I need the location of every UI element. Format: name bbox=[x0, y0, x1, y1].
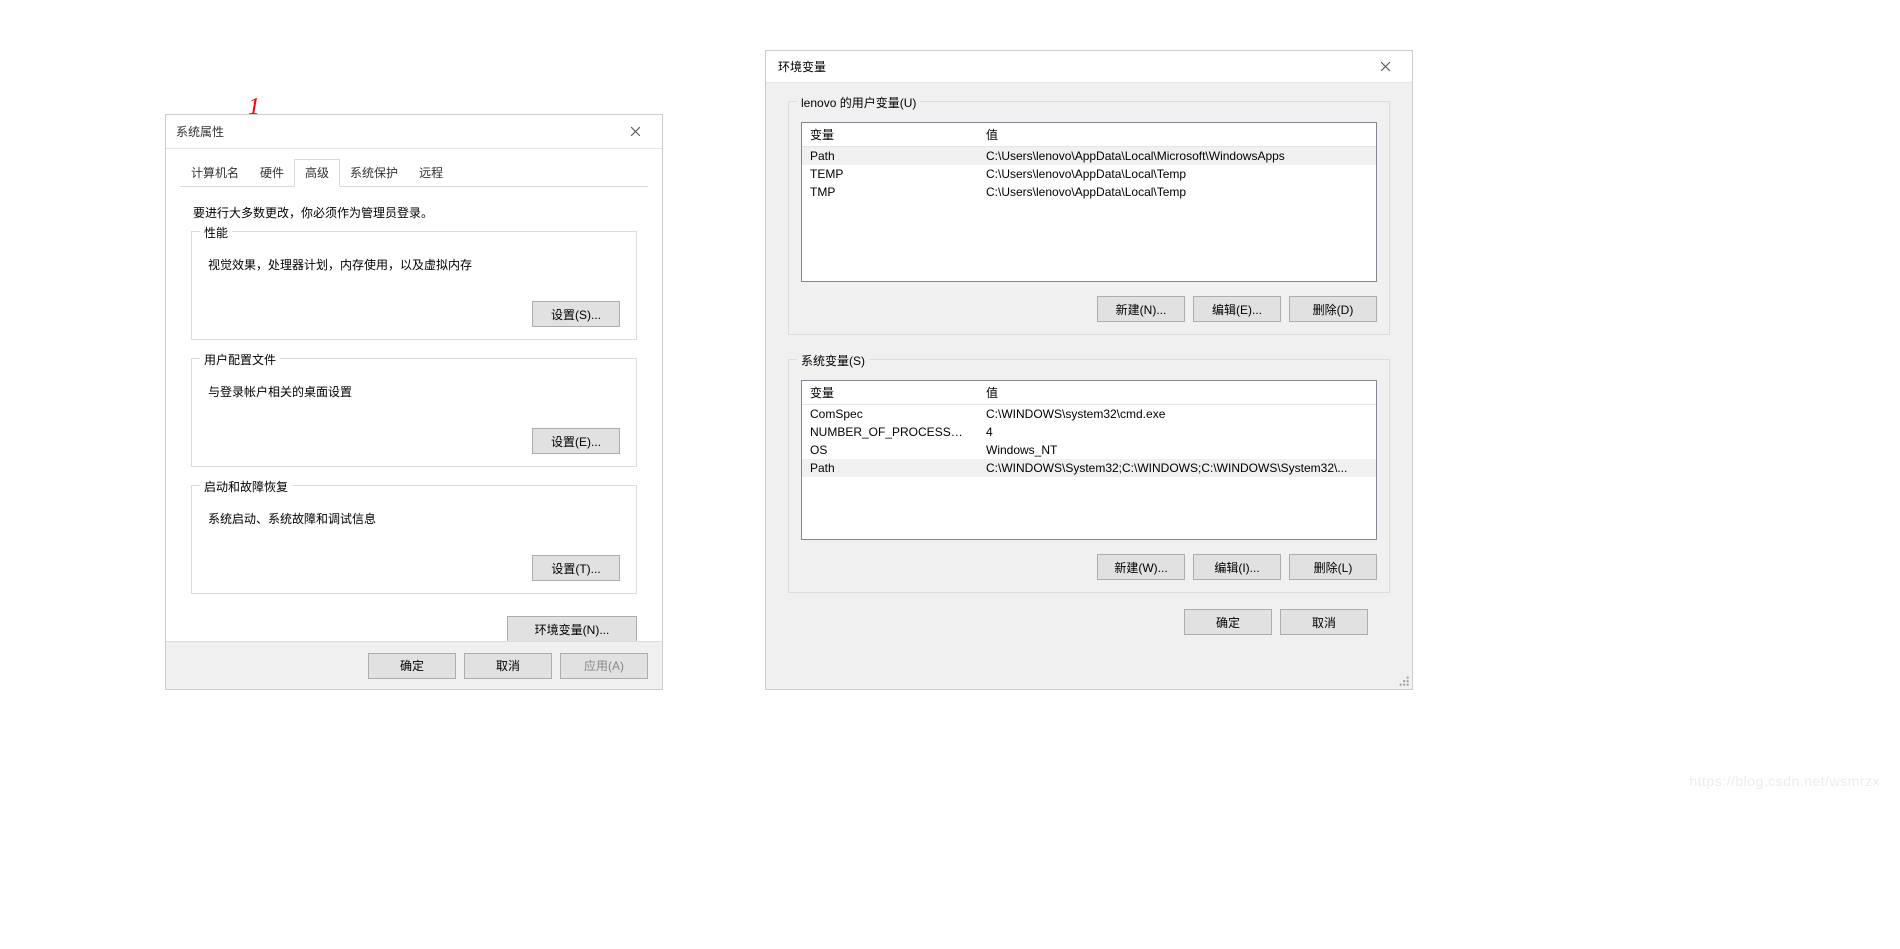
watermark: https://blog.csdn.net/wsmrzx bbox=[1689, 773, 1880, 789]
var-value: Windows_NT bbox=[978, 441, 1376, 459]
dialog-footer: 确定 取消 bbox=[788, 609, 1390, 635]
var-name: TMP bbox=[802, 183, 978, 201]
group-legend: 启动和故障恢复 bbox=[200, 478, 292, 495]
var-value: C:\Users\lenovo\AppData\Local\Microsoft\… bbox=[978, 147, 1376, 165]
group-user-profile: 用户配置文件 与登录帐户相关的桌面设置 设置(E)... bbox=[191, 358, 637, 467]
var-value: C:\WINDOWS\System32;C:\WINDOWS;C:\WINDOW… bbox=[978, 459, 1376, 477]
tab-strip: 计算机名 硬件 高级 系统保护 远程 bbox=[166, 149, 662, 187]
resize-grip-icon[interactable] bbox=[1396, 673, 1410, 687]
tab-remote[interactable]: 远程 bbox=[408, 159, 454, 187]
dialog-body: 要进行大多数更改，你必须作为管理员登录。 性能 视觉效果，处理器计划，内存使用，… bbox=[166, 187, 662, 622]
list-item[interactable]: TMP C:\Users\lenovo\AppData\Local\Temp bbox=[802, 183, 1376, 201]
var-name: TEMP bbox=[802, 165, 978, 183]
titlebar: 系统属性 bbox=[166, 115, 662, 149]
section-legend: 系统变量(S) bbox=[797, 352, 869, 369]
delete-user-var-button[interactable]: 删除(D) bbox=[1289, 296, 1377, 322]
system-variables-list[interactable]: 变量 值 ComSpec C:\WINDOWS\system32\cmd.exe… bbox=[801, 380, 1377, 540]
cancel-button[interactable]: 取消 bbox=[1280, 609, 1368, 635]
col-value[interactable]: 值 bbox=[978, 381, 1376, 404]
ok-button[interactable]: 确定 bbox=[368, 653, 456, 679]
var-name: OS bbox=[802, 441, 978, 459]
tab-advanced[interactable]: 高级 bbox=[294, 159, 340, 187]
dialog-title: 环境变量 bbox=[778, 58, 826, 75]
var-value: C:\Users\lenovo\AppData\Local\Temp bbox=[978, 165, 1376, 183]
settings-startup-button[interactable]: 设置(T)... bbox=[532, 555, 620, 581]
admin-note: 要进行大多数更改，你必须作为管理员登录。 bbox=[193, 204, 637, 221]
titlebar: 环境变量 bbox=[766, 51, 1412, 83]
col-value[interactable]: 值 bbox=[978, 123, 1376, 146]
tab-hardware[interactable]: 硬件 bbox=[249, 159, 295, 187]
close-button[interactable] bbox=[1364, 54, 1406, 80]
settings-profile-button[interactable]: 设置(E)... bbox=[532, 428, 620, 454]
group-performance: 性能 视觉效果，处理器计划，内存使用，以及虚拟内存 设置(S)... bbox=[191, 231, 637, 340]
list-item[interactable]: TEMP C:\Users\lenovo\AppData\Local\Temp bbox=[802, 165, 1376, 183]
settings-performance-button[interactable]: 设置(S)... bbox=[532, 301, 620, 327]
col-variable[interactable]: 变量 bbox=[802, 381, 978, 404]
var-name: Path bbox=[802, 459, 978, 477]
group-startup-recovery: 启动和故障恢复 系统启动、系统故障和调试信息 设置(T)... bbox=[191, 485, 637, 594]
var-name: Path bbox=[802, 147, 978, 165]
var-name: ComSpec bbox=[802, 405, 978, 423]
environment-variables-button[interactable]: 环境变量(N)... bbox=[507, 616, 637, 642]
close-icon bbox=[1380, 61, 1391, 72]
environment-variables-dialog: 环境变量 lenovo 的用户变量(U) 变量 值 Path C:\Users\… bbox=[765, 50, 1413, 690]
list-item[interactable]: Path C:\Users\lenovo\AppData\Local\Micro… bbox=[802, 147, 1376, 165]
group-desc: 系统启动、系统故障和调试信息 bbox=[208, 510, 620, 527]
list-item[interactable]: Path C:\WINDOWS\System32;C:\WINDOWS;C:\W… bbox=[802, 459, 1376, 477]
list-item[interactable]: NUMBER_OF_PROCESSORS 4 bbox=[802, 423, 1376, 441]
section-legend: lenovo 的用户变量(U) bbox=[797, 94, 920, 111]
apply-button[interactable]: 应用(A) bbox=[560, 653, 648, 679]
new-sys-var-button[interactable]: 新建(W)... bbox=[1097, 554, 1185, 580]
var-value: 4 bbox=[978, 423, 1376, 441]
list-item[interactable]: OS Windows_NT bbox=[802, 441, 1376, 459]
delete-sys-var-button[interactable]: 删除(L) bbox=[1289, 554, 1377, 580]
col-variable[interactable]: 变量 bbox=[802, 123, 978, 146]
ok-button[interactable]: 确定 bbox=[1184, 609, 1272, 635]
cancel-button[interactable]: 取消 bbox=[464, 653, 552, 679]
new-user-var-button[interactable]: 新建(N)... bbox=[1097, 296, 1185, 322]
user-variables-list[interactable]: 变量 值 Path C:\Users\lenovo\AppData\Local\… bbox=[801, 122, 1377, 282]
list-header: 变量 值 bbox=[802, 381, 1376, 405]
group-legend: 性能 bbox=[200, 224, 232, 241]
group-desc: 与登录帐户相关的桌面设置 bbox=[208, 383, 620, 400]
group-desc: 视觉效果，处理器计划，内存使用，以及虚拟内存 bbox=[208, 256, 620, 273]
dialog-title: 系统属性 bbox=[176, 123, 224, 140]
tab-computer-name[interactable]: 计算机名 bbox=[180, 159, 250, 187]
system-variables-section: 系统变量(S) 变量 值 ComSpec C:\WINDOWS\system32… bbox=[788, 359, 1390, 593]
edit-sys-var-button[interactable]: 编辑(I)... bbox=[1193, 554, 1281, 580]
system-properties-dialog: 系统属性 计算机名 硬件 高级 系统保护 远程 要进行大多数更改，你必须作为管理… bbox=[165, 114, 663, 690]
close-button[interactable] bbox=[614, 119, 656, 145]
var-value: C:\WINDOWS\system32\cmd.exe bbox=[978, 405, 1376, 423]
dialog-footer: 确定 取消 应用(A) bbox=[166, 641, 662, 689]
var-name: NUMBER_OF_PROCESSORS bbox=[802, 423, 978, 441]
tab-system-protection[interactable]: 系统保护 bbox=[339, 159, 409, 187]
list-item[interactable]: ComSpec C:\WINDOWS\system32\cmd.exe bbox=[802, 405, 1376, 423]
group-legend: 用户配置文件 bbox=[200, 351, 280, 368]
user-variables-section: lenovo 的用户变量(U) 变量 值 Path C:\Users\lenov… bbox=[788, 101, 1390, 335]
var-value: C:\Users\lenovo\AppData\Local\Temp bbox=[978, 183, 1376, 201]
list-header: 变量 值 bbox=[802, 123, 1376, 147]
close-icon bbox=[630, 126, 641, 137]
edit-user-var-button[interactable]: 编辑(E)... bbox=[1193, 296, 1281, 322]
